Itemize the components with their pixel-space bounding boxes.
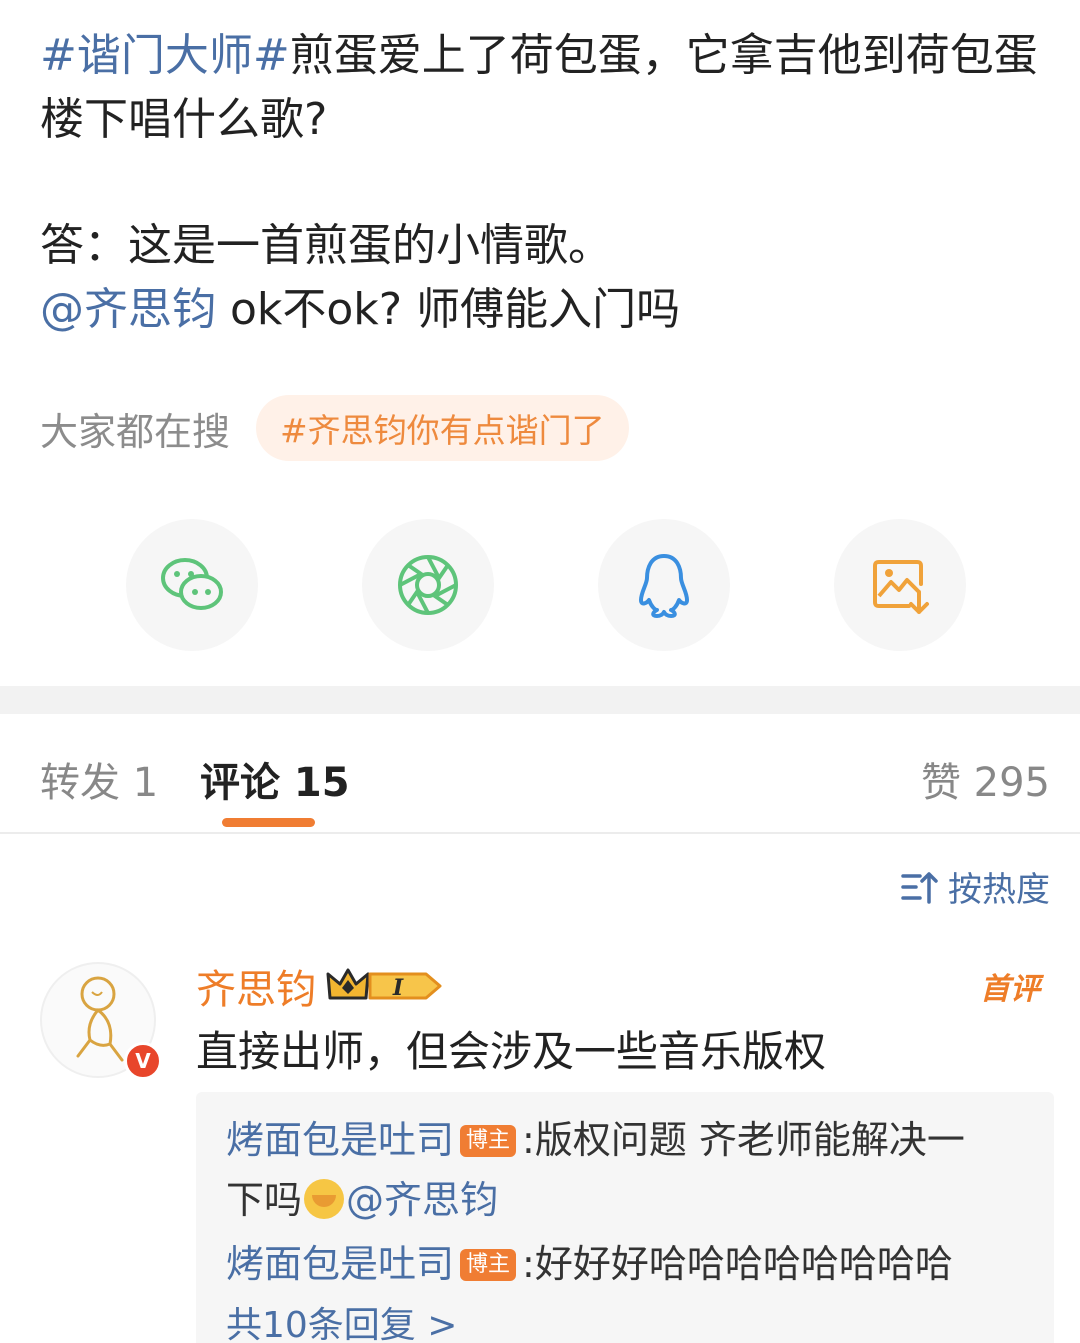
share-row bbox=[0, 519, 1080, 651]
vip-level: I bbox=[392, 975, 404, 1001]
share-save-image-button[interactable] bbox=[834, 519, 966, 651]
sort-label: 按热度 bbox=[948, 870, 1050, 910]
post-mention-tail: ok不ok? 师傅能入门吗 bbox=[216, 284, 681, 335]
moments-icon bbox=[398, 555, 458, 615]
post-line-2: 楼下唱什么歌? bbox=[40, 94, 328, 145]
comment-header: 齐思钧 I bbox=[196, 957, 444, 1015]
reply-text: 下吗 bbox=[226, 1178, 303, 1222]
reply-text: :好好好哈哈哈哈哈哈哈哈 bbox=[522, 1242, 953, 1286]
share-qq-button[interactable] bbox=[598, 519, 730, 651]
section-divider bbox=[0, 686, 1080, 714]
comment-text: 直接出师，但会涉及一些音乐版权 bbox=[196, 1027, 827, 1076]
tab-repost[interactable]: 转发 1 bbox=[40, 750, 158, 808]
tab-active-indicator bbox=[222, 818, 315, 827]
first-comment-badge: 首评 bbox=[980, 972, 1040, 1007]
vip-crown-icon: I bbox=[326, 968, 442, 1001]
reply-2[interactable]: 烤面包是吐司 博主:好好好哈哈哈哈哈哈哈哈 bbox=[226, 1234, 953, 1294]
reply-mention[interactable]: @齐思钧 bbox=[346, 1178, 498, 1222]
post-text-part: 煎蛋爱上了荷包蛋，它拿吉他到荷包蛋 bbox=[289, 30, 1038, 81]
tab-bar: 转发 1 评论 15 赞 295 bbox=[0, 714, 1080, 834]
tab-comments[interactable]: 评论 15 bbox=[200, 750, 350, 808]
shy-emoji-icon bbox=[304, 1179, 345, 1219]
host-tag: 博主 bbox=[460, 1249, 517, 1281]
more-replies-link[interactable]: 共10条回复 > bbox=[226, 1296, 457, 1343]
comment-author[interactable]: 齐思钧 bbox=[196, 957, 316, 1015]
reply-1-continuation[interactable]: 下吗 @齐思钧 bbox=[226, 1170, 498, 1230]
topic-link[interactable]: #谐门大师# bbox=[40, 30, 290, 81]
hot-search-row: 大家都在搜 #齐思钧你有点谐门了 bbox=[40, 395, 629, 461]
reply-1[interactable]: 烤面包是吐司 博主:版权问题 齐老师能解决一 bbox=[226, 1110, 965, 1170]
post-body: #谐门大师#煎蛋爱上了荷包蛋，它拿吉他到荷包蛋 楼下唱什么歌? 答：这是一首煎蛋… bbox=[40, 24, 1050, 342]
reply-text: :版权问题 齐老师能解决一 bbox=[522, 1118, 965, 1162]
share-wechat-button[interactable] bbox=[126, 519, 258, 651]
avatar[interactable]: V bbox=[40, 962, 162, 1080]
post-line-1: #谐门大师#煎蛋爱上了荷包蛋，它拿吉他到荷包蛋 bbox=[40, 24, 1050, 88]
reply-author[interactable]: 烤面包是吐司 bbox=[226, 1242, 454, 1286]
save-image-icon bbox=[873, 560, 929, 614]
post-answer: 答：这是一首煎蛋的小情歌。 bbox=[40, 220, 612, 271]
replies-box: 烤面包是吐司 博主:版权问题 齐老师能解决一 下吗 @齐思钧 烤面包是吐司 博主:好好… bbox=[196, 1092, 1054, 1343]
host-tag: 博主 bbox=[460, 1125, 517, 1157]
sort-button[interactable]: 按热度 bbox=[900, 862, 1050, 911]
qq-icon bbox=[639, 554, 689, 618]
hot-search-chip[interactable]: #齐思钧你有点谐门了 bbox=[256, 395, 629, 461]
reply-author[interactable]: 烤面包是吐司 bbox=[226, 1118, 454, 1162]
verified-badge: V bbox=[124, 1042, 162, 1080]
wechat-icon bbox=[161, 558, 223, 610]
share-moments-button[interactable] bbox=[362, 519, 494, 651]
post-line-mention: @齐思钧 ok不ok? 师傅能入门吗 bbox=[40, 278, 1050, 342]
sort-icon bbox=[901, 871, 938, 904]
tab-likes[interactable]: 赞 295 bbox=[921, 750, 1050, 808]
mention-link[interactable]: @齐思钧 bbox=[40, 284, 216, 335]
hot-search-label: 大家都在搜 bbox=[40, 409, 231, 454]
